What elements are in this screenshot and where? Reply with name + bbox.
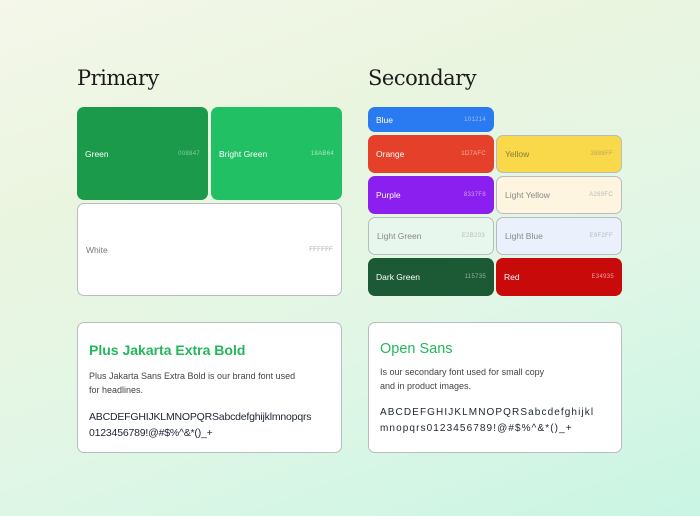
swatch-code: E9F2FF — [589, 233, 613, 239]
secondary-font-heading: Open Sans — [380, 341, 453, 357]
primary-font-card: Plus Jakarta Extra Bold Plus Jakarta San… — [77, 322, 342, 453]
swatch-name: Orange — [376, 149, 405, 159]
swatch-yellow[interactable]: Yellow 3888FF — [496, 135, 622, 173]
swatch-name: White — [86, 244, 108, 255]
primary-section-title: Primary — [77, 66, 159, 90]
secondary-font-description: Is our secondary font used for small cop… — [380, 365, 544, 393]
swatch-name: Light Blue — [505, 231, 543, 241]
swatch-dark-green[interactable]: Dark Green 115735 — [368, 258, 494, 296]
swatch-code: 18AB64 — [310, 150, 334, 157]
swatch-code: FFFFFF — [309, 246, 333, 253]
primary-font-description: Plus Jakarta Sans Extra Bold is our bran… — [89, 369, 295, 397]
secondary-font-glyphs-line-2: mnopqrs0123456789!@#$%^&*()_+ — [380, 423, 573, 434]
swatch-code: A269FC — [589, 192, 613, 198]
secondary-font-glyphs-line-1: ABCDEFGHIJKLMNOPQRSabcdefghijkl — [380, 407, 595, 418]
swatch-name: Dark Green — [376, 272, 420, 282]
swatch-name: Purple — [376, 190, 401, 200]
secondary-section-title: Secondary — [368, 66, 477, 90]
secondary-font-card: Open Sans Is our secondary font used for… — [368, 322, 622, 453]
swatch-name: Light Yellow — [505, 190, 550, 200]
swatch-purple[interactable]: Purple 8337F8 — [368, 176, 494, 214]
primary-font-glyphs: ABCDEFGHIJKLMNOPQRSabcdefghijklmnopqrs 0… — [89, 409, 312, 441]
swatch-code: E2B203 — [461, 233, 485, 239]
swatch-name: Light Green — [377, 231, 422, 241]
swatch-code: 115735 — [464, 274, 486, 280]
secondary-font-description-line-1: Is our secondary font used for small cop… — [380, 367, 545, 377]
swatch-red[interactable]: Red E34935 — [496, 258, 622, 296]
swatch-light-blue[interactable]: Light Blue E9F2FF — [496, 217, 622, 255]
swatch-name: Yellow — [505, 149, 530, 159]
swatch-code: 101214 — [464, 116, 486, 123]
swatch-light-green[interactable]: Light Green E2B203 — [368, 217, 494, 255]
swatch-green[interactable]: Green 008847 — [77, 107, 208, 200]
primary-font-glyphs-line-1: ABCDEFGHIJKLMNOPQRSabcdefghijklmnopqrs — [89, 411, 312, 423]
swatch-code: 008847 — [178, 150, 200, 157]
swatch-code: E34935 — [591, 274, 614, 280]
swatch-blue[interactable]: Blue 101214 — [368, 107, 494, 132]
swatch-name: Green — [85, 148, 109, 159]
primary-font-heading: Plus Jakarta Extra Bold — [89, 342, 246, 358]
secondary-font-description-line-2: and in product images. — [380, 381, 472, 391]
swatch-name: Blue — [376, 114, 394, 125]
swatch-bright-green[interactable]: Bright Green 18AB64 — [211, 107, 342, 200]
swatch-name: Bright Green — [219, 148, 268, 159]
swatch-name: Red — [504, 272, 520, 282]
primary-font-description-line-1: Plus Jakarta Sans Extra Bold is our bran… — [89, 371, 296, 381]
swatch-code: 1D7AFC — [461, 151, 486, 157]
swatch-orange[interactable]: Orange 1D7AFC — [368, 135, 494, 173]
swatch-light-yellow[interactable]: Light Yellow A269FC — [496, 176, 622, 214]
primary-font-description-line-2: for headlines. — [89, 385, 144, 395]
primary-font-glyphs-line-2: 0123456789!@#$%^&*()_+ — [89, 427, 213, 439]
swatch-code: 3888FF — [590, 151, 613, 157]
swatch-white[interactable]: White FFFFFF — [77, 203, 342, 296]
secondary-font-glyphs: ABCDEFGHIJKLMNOPQRSabcdefghijkl mnopqrs0… — [380, 405, 594, 437]
swatch-code: 8337F8 — [463, 192, 486, 198]
